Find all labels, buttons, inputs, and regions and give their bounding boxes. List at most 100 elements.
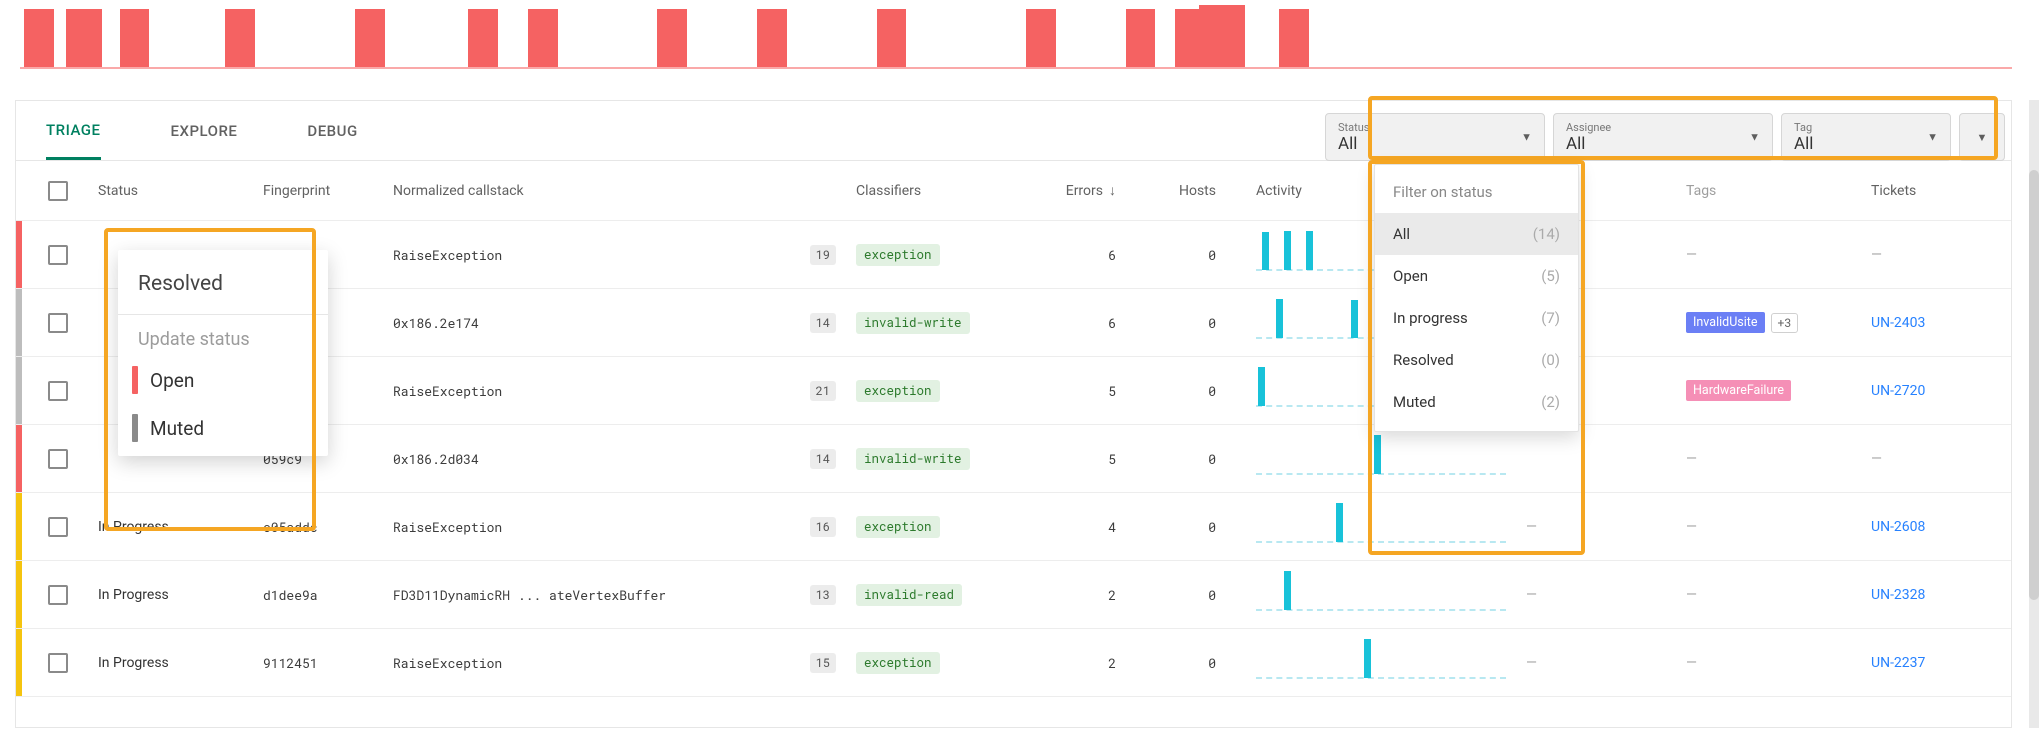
cell-tickets: UN-2237 — [1861, 655, 2011, 671]
row-checkbox[interactable] — [48, 381, 68, 401]
cell-assignees: — — [1516, 655, 1676, 671]
filter-status-label: Status — [1338, 122, 1532, 134]
col-classifiers[interactable]: Classifiers — [846, 183, 1036, 199]
callstack-count-pill: 16 — [810, 517, 836, 537]
tag-more-pill[interactable]: +3 — [1771, 313, 1799, 333]
cell-callstack: RaiseException15 — [383, 653, 846, 673]
col-callstack[interactable]: Normalized callstack — [383, 183, 846, 199]
col-errors-label: Errors — [1066, 183, 1103, 199]
row-checkbox[interactable] — [48, 585, 68, 605]
activity-sparkline — [1256, 435, 1506, 483]
cell-errors: 4 — [1036, 518, 1146, 536]
cell-callstack: RaiseException21 — [383, 381, 846, 401]
cell-fingerprint: 9112451 — [253, 654, 383, 672]
cell-assignees: — — [1516, 587, 1676, 603]
row-status-option[interactable]: Muted — [118, 404, 328, 452]
row-status-section-label: Update status — [118, 315, 328, 356]
cell-tickets: UN-2608 — [1861, 519, 2011, 535]
chevron-down-icon: ▼ — [1749, 131, 1760, 144]
row-checkbox-cell — [28, 313, 88, 333]
activity-sparkline — [1256, 503, 1506, 551]
cell-errors: 2 — [1036, 654, 1146, 672]
status-filter-option[interactable]: All(14) — [1375, 213, 1578, 255]
cell-classifiers: exception — [846, 652, 1036, 674]
chevron-down-icon: ▼ — [1977, 131, 1988, 144]
col-tags[interactable]: Tags — [1676, 183, 1861, 199]
cell-errors: 6 — [1036, 246, 1146, 264]
classifier-pill[interactable]: exception — [856, 516, 940, 538]
vertical-scrollbar-thumb[interactable] — [2029, 170, 2039, 600]
cell-tickets: — — [1861, 247, 2011, 263]
cell-classifiers: invalid-write — [846, 448, 1036, 470]
status-filter-option[interactable]: Muted(2) — [1375, 381, 1578, 423]
classifier-pill[interactable]: invalid-read — [856, 584, 962, 606]
ticket-link[interactable]: UN-2720 — [1871, 383, 1925, 399]
classifier-pill[interactable]: exception — [856, 652, 940, 674]
activity-sparkline — [1256, 571, 1506, 619]
classifier-pill[interactable]: invalid-write — [856, 312, 970, 334]
cell-hosts: 0 — [1146, 246, 1246, 264]
filter-tag-label: Tag — [1794, 122, 1938, 134]
ticket-link[interactable]: UN-2403 — [1871, 315, 1925, 331]
tab-triage[interactable]: TRIAGE — [46, 103, 101, 160]
cell-classifiers: exception — [846, 380, 1036, 402]
filter-tag[interactable]: Tag All ▼ — [1781, 113, 1951, 161]
status-filter-option[interactable]: Open(5) — [1375, 255, 1578, 297]
chart-bar — [355, 9, 385, 67]
tab-explore[interactable]: EXPLORE — [171, 104, 238, 158]
filter-more-button[interactable]: ▼ — [1959, 113, 2005, 161]
row-status-option[interactable]: Open — [118, 356, 328, 404]
tag-pill[interactable]: InvalidUsite — [1686, 312, 1765, 333]
classifier-pill[interactable]: exception — [856, 380, 940, 402]
row-checkbox-cell — [28, 245, 88, 265]
table-row[interactable]: In Progressc05addcRaiseException16except… — [16, 493, 2011, 561]
col-hosts[interactable]: Hosts — [1146, 183, 1246, 199]
ticket-link[interactable]: UN-2237 — [1871, 655, 1925, 671]
cell-activity — [1246, 571, 1516, 619]
cell-hosts: 0 — [1146, 586, 1246, 604]
row-status-edge — [16, 221, 28, 288]
cell-errors: 5 — [1036, 382, 1146, 400]
table-header: Status Fingerprint Normalized callstack … — [16, 161, 2011, 221]
row-checkbox[interactable] — [48, 313, 68, 333]
cell-tickets: UN-2720 — [1861, 383, 2011, 399]
cell-hosts: 0 — [1146, 382, 1246, 400]
cell-fingerprint: d1dee9a — [253, 586, 383, 604]
table-row[interactable]: In Progressd1dee9aFD3D11DynamicRH ... at… — [16, 561, 2011, 629]
chart-bar — [66, 9, 102, 67]
tab-debug[interactable]: DEBUG — [307, 104, 357, 158]
row-checkbox[interactable] — [48, 449, 68, 469]
col-fingerprint[interactable]: Fingerprint — [253, 183, 383, 199]
chart-bar — [225, 9, 255, 67]
col-errors[interactable]: Errors ↓ — [1036, 182, 1146, 199]
filter-status[interactable]: Status All ▼ — [1325, 113, 1545, 161]
cell-errors: 6 — [1036, 314, 1146, 332]
ticket-link[interactable]: UN-2328 — [1871, 587, 1925, 603]
cell-status: In Progress — [88, 587, 253, 603]
chart-bar — [1126, 9, 1156, 67]
col-tickets[interactable]: Tickets — [1861, 183, 2011, 199]
callstack-count-pill: 21 — [810, 381, 836, 401]
cell-tags: — — [1676, 247, 1861, 263]
status-filter-option[interactable]: In progress(7) — [1375, 297, 1578, 339]
cell-tags: HardwareFailure — [1676, 380, 1861, 401]
cell-classifiers: invalid-read — [846, 584, 1036, 606]
row-checkbox[interactable] — [48, 517, 68, 537]
cell-tags: — — [1676, 519, 1861, 535]
ticket-link[interactable]: UN-2608 — [1871, 519, 1925, 535]
row-checkbox[interactable] — [48, 245, 68, 265]
tag-pill[interactable]: HardwareFailure — [1686, 380, 1791, 401]
filter-assignee[interactable]: Assignee All ▼ — [1553, 113, 1773, 161]
chart-bar — [877, 9, 907, 67]
col-status[interactable]: Status — [88, 183, 253, 199]
row-checkbox[interactable] — [48, 653, 68, 673]
classifier-pill[interactable]: exception — [856, 244, 940, 266]
row-checkbox-cell — [28, 449, 88, 469]
classifier-pill[interactable]: invalid-write — [856, 448, 970, 470]
status-filter-option[interactable]: Resolved(0) — [1375, 339, 1578, 381]
cell-tags: — — [1676, 655, 1861, 671]
table-row[interactable]: In Progress9112451RaiseException15except… — [16, 629, 2011, 697]
cell-callstack: 0x186.2e17414 — [383, 313, 846, 333]
select-all-checkbox[interactable] — [48, 181, 68, 201]
row-status-current[interactable]: Resolved — [118, 254, 328, 314]
